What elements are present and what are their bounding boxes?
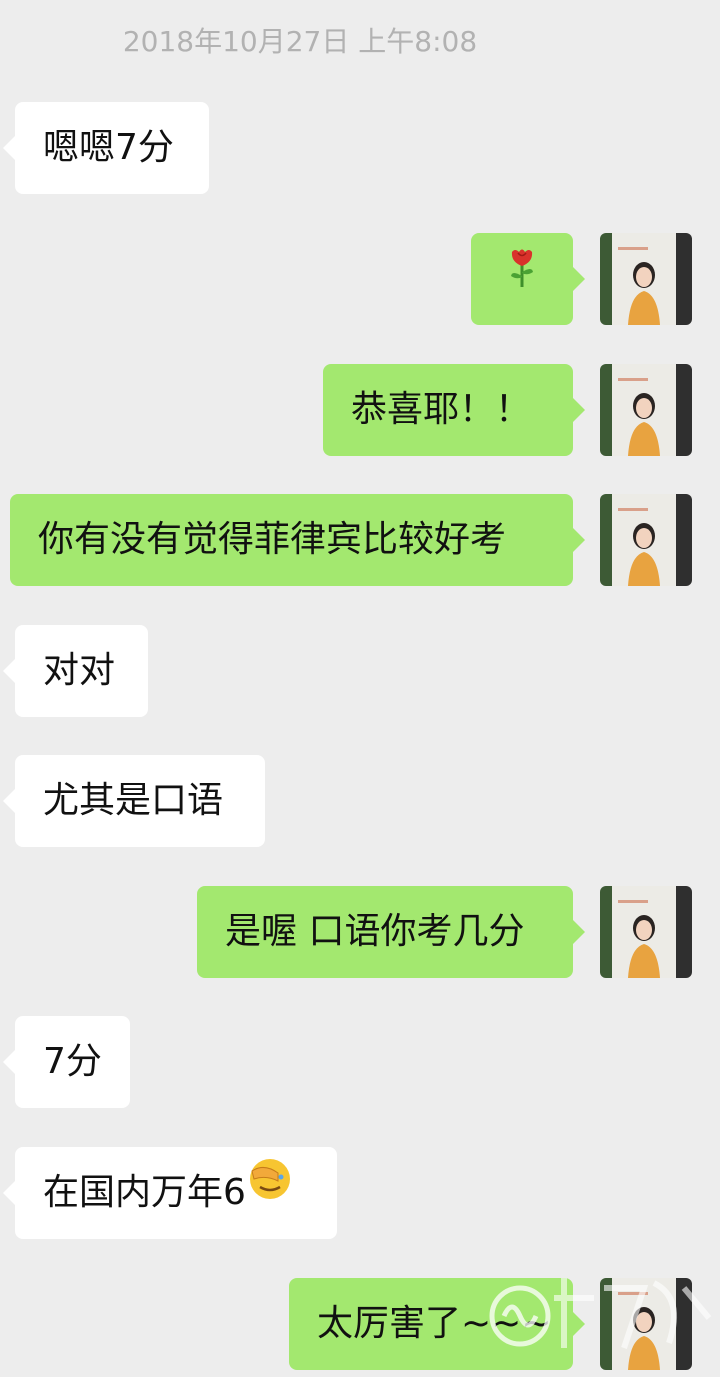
message-bubble-outgoing[interactable]: 你有没有觉得菲律宾比较好考 xyxy=(10,494,585,586)
message-text: 在国内万年6 xyxy=(43,1172,246,1213)
message-bubble-incoming[interactable]: 7分 xyxy=(3,1016,130,1108)
user-avatar[interactable] xyxy=(600,886,692,978)
message-text: 对对 xyxy=(43,650,116,691)
user-avatar[interactable] xyxy=(600,233,692,325)
message-bubble-outgoing[interactable] xyxy=(471,231,585,325)
message-bubble-incoming[interactable]: 尤其是口语 xyxy=(3,755,265,847)
message-text: 嗯嗯7分 xyxy=(43,127,174,168)
user-avatar[interactable] xyxy=(600,364,692,456)
avatar-photo-icon xyxy=(600,494,692,586)
avatar-photo-icon xyxy=(600,364,692,456)
watermark-logo-icon xyxy=(484,1258,720,1373)
rose-emoji-icon xyxy=(507,231,537,323)
message-bubble-incoming[interactable]: 对对 xyxy=(3,625,148,717)
message-text: 恭喜耶！！ xyxy=(351,389,532,430)
chat-timestamp: 2018年10月27日 上午8:08 xyxy=(122,25,478,58)
avatar-photo-icon xyxy=(600,886,692,978)
message-bubble-outgoing[interactable]: 恭喜耶！！ xyxy=(323,364,585,456)
facepalm-emoji-icon xyxy=(248,1144,292,1236)
message-bubble-outgoing[interactable]: 是喔 口语你考几分 xyxy=(197,886,585,978)
message-bubble-incoming[interactable]: 嗯嗯7分 xyxy=(3,102,209,194)
message-text: 你有没有觉得菲律宾比较好考 xyxy=(38,519,507,560)
message-text: 7分 xyxy=(43,1041,102,1082)
message-text: 是喔 口语你考几分 xyxy=(225,911,525,952)
avatar-photo-icon xyxy=(600,233,692,325)
message-text: 尤其是口语 xyxy=(43,780,224,821)
user-avatar[interactable] xyxy=(600,494,692,586)
message-bubble-incoming[interactable]: 在国内万年6 xyxy=(3,1144,337,1239)
